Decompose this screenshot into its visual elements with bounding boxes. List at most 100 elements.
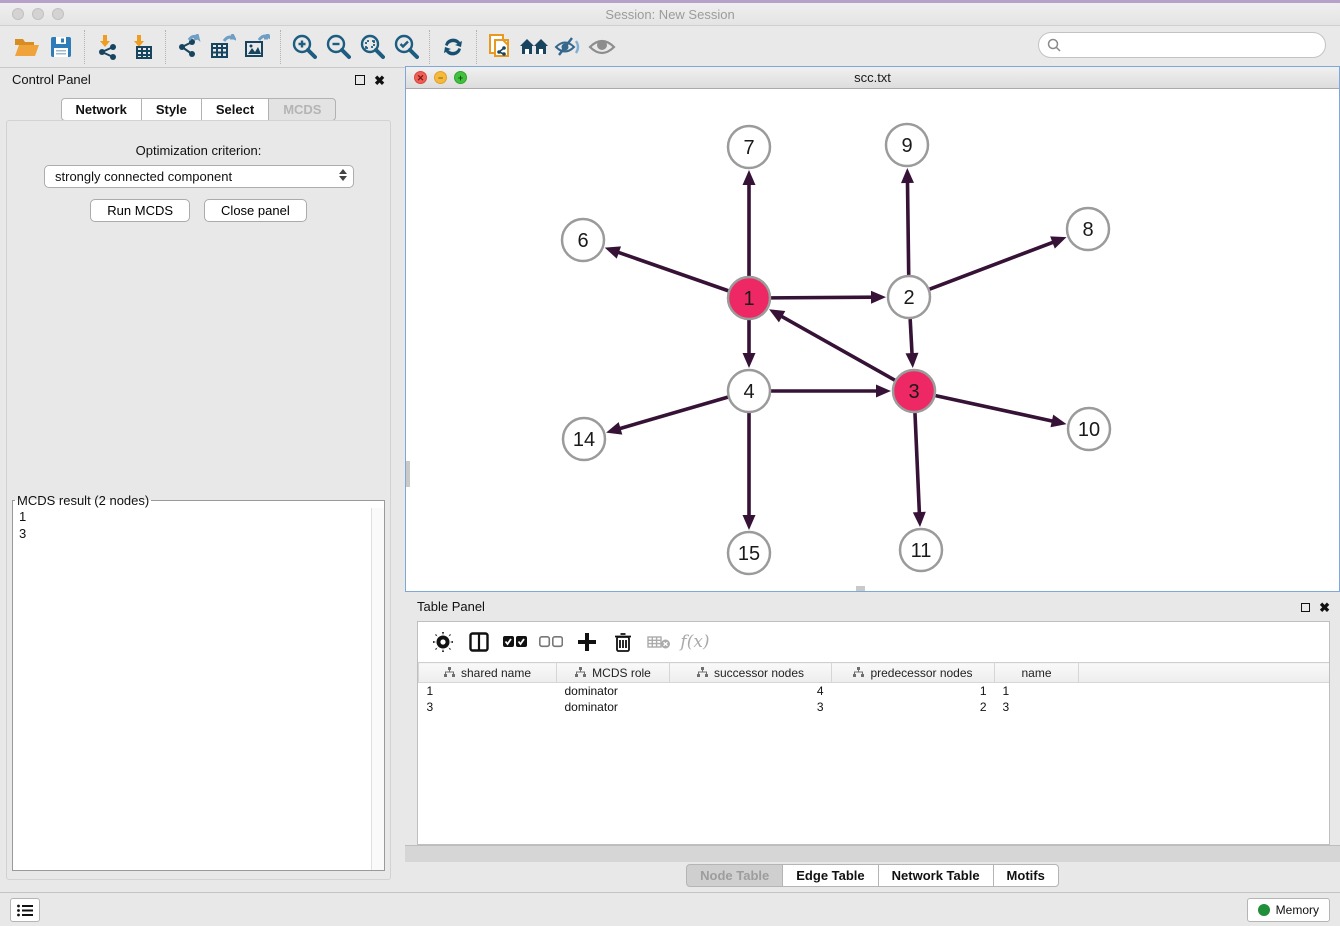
import-table-icon (129, 34, 155, 60)
table-cell[interactable]: 3 (670, 699, 832, 715)
graph-edge[interactable] (915, 413, 919, 515)
attribute-icon (853, 667, 864, 678)
graph-edge[interactable] (779, 315, 894, 380)
close-panel-button[interactable]: Close panel (204, 199, 307, 222)
canvas-scroll-handle[interactable] (856, 586, 865, 591)
add-column-button[interactable] (572, 627, 602, 657)
graph-node-label: 7 (743, 137, 754, 159)
tab-network[interactable]: Network (61, 98, 142, 121)
run-mcds-button[interactable]: Run MCDS (90, 199, 190, 222)
graph-edge[interactable] (935, 396, 1054, 422)
result-scrollbar[interactable] (371, 508, 384, 870)
zoom-selected-button[interactable] (389, 31, 423, 63)
tab-node-table[interactable]: Node Table (686, 864, 783, 887)
column-header-mcds-role[interactable]: MCDS role (557, 663, 670, 683)
graph-edge-arrowhead (913, 512, 926, 527)
table-cell[interactable]: 3 (995, 699, 1079, 715)
mcds-result-item[interactable]: 3 (13, 525, 384, 542)
graph-node-label: 15 (738, 543, 760, 565)
network-canvas[interactable]: 7968124314101511 (406, 89, 1339, 591)
mcds-result-item[interactable]: 1 (13, 508, 384, 525)
export-image-icon (244, 34, 270, 60)
table-cell[interactable]: 1 (995, 683, 1079, 699)
table-settings-button[interactable] (428, 627, 458, 657)
table-float-icon[interactable] (1301, 600, 1310, 615)
table-cell[interactable]: 4 (670, 683, 832, 699)
table-cell[interactable]: 1 (832, 683, 995, 699)
delete-table-button[interactable] (644, 627, 674, 657)
graph-edge-arrowhead (743, 515, 756, 530)
export-network-button[interactable] (172, 31, 206, 63)
tab-edge-table[interactable]: Edge Table (782, 864, 878, 887)
home-button[interactable] (517, 31, 551, 63)
deselect-all-button[interactable] (536, 627, 566, 657)
canvas-scroll-thumb[interactable] (406, 461, 410, 487)
mcds-result-list[interactable]: 13 (13, 508, 384, 870)
search-input[interactable] (1066, 38, 1325, 53)
toolbar-separator (165, 30, 166, 64)
tab-style[interactable]: Style (141, 98, 202, 121)
save-session-button[interactable] (44, 31, 78, 63)
graph-edge[interactable] (616, 252, 728, 291)
export-network-icon (176, 34, 202, 60)
import-table-button[interactable] (125, 31, 159, 63)
tab-motifs[interactable]: Motifs (993, 864, 1059, 887)
float-panel-icon[interactable] (355, 73, 365, 88)
export-image-button[interactable] (240, 31, 274, 63)
table-cell[interactable]: dominator (557, 683, 670, 699)
select-stepper-icon (339, 169, 347, 181)
table-cell[interactable]: 3 (419, 699, 557, 715)
zoom-fit-button[interactable] (355, 31, 389, 63)
show-all-button[interactable] (585, 31, 619, 63)
hide-unhide-icon (554, 36, 582, 58)
table-header-row: shared name MCDS role successor nodes pr… (419, 663, 1330, 683)
table-cell[interactable]: 1 (419, 683, 557, 699)
graph-node-label: 8 (1082, 219, 1093, 241)
graph-node-label: 9 (901, 135, 912, 157)
memory-button[interactable]: Memory (1247, 898, 1330, 922)
graph-edge[interactable] (910, 319, 912, 356)
graph-edge[interactable] (771, 297, 874, 298)
open-session-button[interactable] (10, 31, 44, 63)
zoom-in-icon (291, 34, 317, 60)
memory-label: Memory (1276, 903, 1319, 917)
zoom-in-button[interactable] (287, 31, 321, 63)
network-window-titlebar[interactable]: ✕ − + scc.txt (406, 67, 1339, 89)
clone-network-button[interactable] (483, 31, 517, 63)
select-all-button[interactable] (500, 627, 530, 657)
tab-network-table[interactable]: Network Table (878, 864, 994, 887)
zoom-out-button[interactable] (321, 31, 355, 63)
column-header-shared-name[interactable]: shared name (419, 663, 557, 683)
graph-node-label: 2 (903, 287, 914, 309)
close-panel-icon[interactable]: ✖ (374, 73, 385, 89)
attribute-icon (575, 667, 586, 678)
export-table-button[interactable] (206, 31, 240, 63)
graph-edge[interactable] (930, 241, 1056, 289)
column-header-predecessor-nodes[interactable]: predecessor nodes (832, 663, 995, 683)
tab-select[interactable]: Select (201, 98, 269, 121)
table-row[interactable]: 3dominator323 (419, 699, 1330, 715)
hide-unhide-button[interactable] (551, 31, 585, 63)
refresh-icon (440, 34, 466, 60)
column-header-name[interactable]: name (995, 663, 1079, 683)
table-close-icon[interactable]: ✖ (1319, 600, 1330, 616)
table-row[interactable]: 1dominator411 (419, 683, 1330, 699)
graph-edge[interactable] (618, 397, 728, 429)
graph-edge[interactable] (907, 180, 908, 275)
refresh-button[interactable] (436, 31, 470, 63)
graph-node-label: 1 (743, 288, 754, 310)
column-view-button[interactable] (464, 627, 494, 657)
function-builder-button[interactable]: f(x) (680, 627, 710, 657)
delete-table-icon (647, 634, 671, 650)
criterion-select[interactable]: strongly connected component (44, 165, 354, 188)
column-header-successor-nodes[interactable]: successor nodes (670, 663, 832, 683)
eye-icon (588, 37, 616, 57)
import-network-button[interactable] (91, 31, 125, 63)
table-cell[interactable]: dominator (557, 699, 670, 715)
tab-mcds[interactable]: MCDS (268, 98, 336, 121)
network-graph[interactable]: 7968124314101511 (406, 89, 1339, 591)
table-cell[interactable]: 2 (832, 699, 995, 715)
task-history-button[interactable] (10, 898, 40, 922)
search-field[interactable] (1038, 32, 1326, 58)
delete-column-button[interactable] (608, 627, 638, 657)
